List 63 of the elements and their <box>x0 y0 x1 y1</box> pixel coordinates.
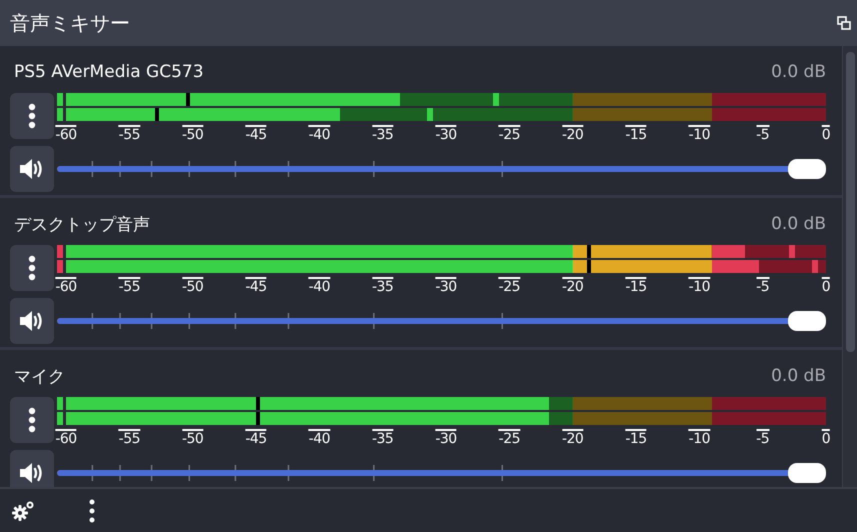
scale-label: -5 <box>756 429 770 447</box>
scale-label: -40 <box>308 125 330 143</box>
scale-label: -25 <box>498 429 520 447</box>
volume-reading: 0.0 dB <box>771 62 826 82</box>
scale-label: -40 <box>308 429 330 447</box>
scale-label: -10 <box>688 429 710 447</box>
more-icon <box>28 407 36 433</box>
scale-label: -35 <box>372 125 394 143</box>
scale-label: 0 <box>822 429 830 447</box>
panel-title: 音声ミキサー <box>10 10 130 36</box>
more-icon <box>28 255 36 281</box>
channel-name: PS5 AVerMedia GC573 <box>14 62 204 82</box>
undock-icon[interactable] <box>837 16 851 30</box>
volume-reading: 0.0 dB <box>771 366 826 386</box>
scale-label: -60 <box>55 429 77 447</box>
scale-label: -25 <box>498 125 520 143</box>
slider-thumb[interactable] <box>788 311 826 331</box>
slider-thumb[interactable] <box>788 463 826 483</box>
scale-label: -35 <box>372 429 394 447</box>
scale-label: -45 <box>245 429 267 447</box>
scale-label: -45 <box>245 125 267 143</box>
more-icon[interactable] <box>88 498 96 522</box>
menu-button[interactable] <box>10 245 54 291</box>
gears-icon[interactable] <box>12 500 36 522</box>
scale-label: -45 <box>245 277 267 295</box>
scale-label: -20 <box>562 277 584 295</box>
mute-button[interactable] <box>10 298 54 344</box>
scale-label: -30 <box>435 429 457 447</box>
scale-label: -50 <box>182 125 204 143</box>
scrollbar-thumb[interactable] <box>846 52 855 352</box>
scale-label: 0 <box>822 125 830 143</box>
menu-button[interactable] <box>10 397 54 443</box>
volume-reading: 0.0 dB <box>771 214 826 234</box>
scale-label: -5 <box>756 277 770 295</box>
scale-label: -55 <box>118 277 140 295</box>
scale-label: -15 <box>625 277 647 295</box>
scale-label: -5 <box>756 125 770 143</box>
menu-button[interactable] <box>10 93 54 139</box>
slider-thumb[interactable] <box>788 159 826 179</box>
mute-button[interactable] <box>10 450 54 487</box>
mute-button[interactable] <box>10 146 54 192</box>
scale-label: -60 <box>55 277 77 295</box>
scale-label: -10 <box>688 277 710 295</box>
scale-label: -60 <box>55 125 77 143</box>
scale-label: -55 <box>118 429 140 447</box>
scale-label: -40 <box>308 277 330 295</box>
scale-label: 0 <box>822 277 830 295</box>
scale-label: -20 <box>562 125 584 143</box>
scrollbar[interactable] <box>842 46 857 487</box>
scale-label: -55 <box>118 125 140 143</box>
scale-label: -10 <box>688 125 710 143</box>
more-icon <box>28 103 36 129</box>
scale-label: -35 <box>372 277 394 295</box>
scale-label: -25 <box>498 277 520 295</box>
channel-name: マイク <box>14 366 65 388</box>
scale-label: -15 <box>625 429 647 447</box>
scale-label: -15 <box>625 125 647 143</box>
scale-label: -30 <box>435 277 457 295</box>
scale-label: -20 <box>562 429 584 447</box>
scale-label: -50 <box>182 277 204 295</box>
channel-name: デスクトップ音声 <box>14 214 150 236</box>
scale-label: -50 <box>182 429 204 447</box>
scale-label: -30 <box>435 125 457 143</box>
